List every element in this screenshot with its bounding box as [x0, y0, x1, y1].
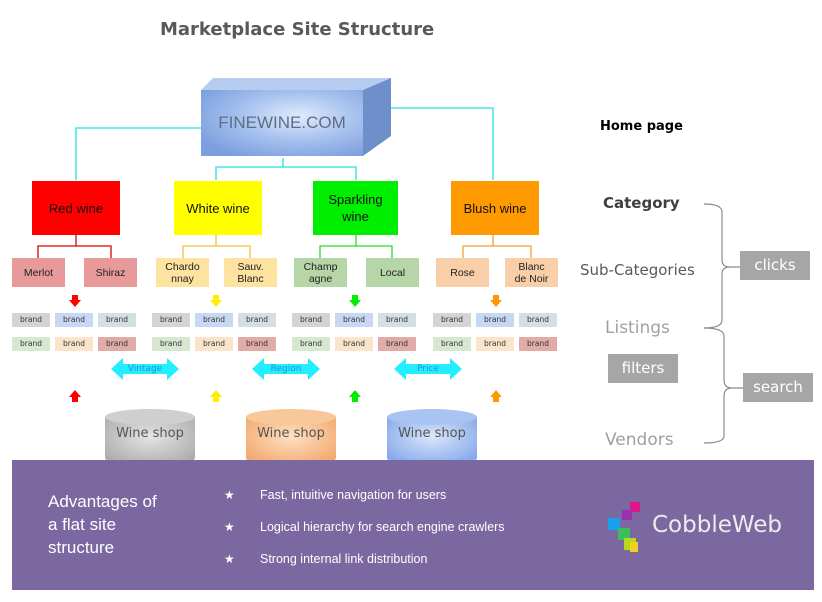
category-sparkling-wine[interactable]: Sparkling wine — [313, 181, 398, 235]
listing-brand[interactable]: brand — [152, 313, 190, 327]
star-icon: ★ — [224, 552, 235, 566]
vendor-wine-shop-3[interactable]: Wine shop — [387, 408, 477, 466]
connector-local — [356, 245, 393, 258]
level-home-page: Home page — [600, 119, 683, 134]
arrow-up-icon — [349, 389, 361, 402]
subcategory-shiraz[interactable]: Shiraz — [84, 258, 137, 287]
connector-chardonnay — [182, 235, 217, 258]
advantage-item: ★ Fast, intuitive navigation for users — [224, 488, 446, 502]
listing-brand[interactable]: brand — [195, 313, 233, 327]
filter-label: Region — [270, 364, 302, 374]
arrow-up-icon — [210, 389, 222, 402]
connector-blanc — [493, 245, 532, 258]
listing-brand[interactable]: brand — [152, 337, 190, 351]
advantage-text: Logical hierarchy for search engine craw… — [260, 520, 505, 534]
home-node[interactable]: FINEWINE.COM — [201, 78, 391, 158]
tag-search: search — [743, 373, 813, 402]
logo-text: CobbleWeb — [652, 512, 783, 538]
subcategory-local[interactable]: Local — [366, 258, 419, 287]
subcategory-sauv-blanc[interactable]: Sauv. Blanc — [224, 258, 277, 287]
level-vendors: Vendors — [605, 430, 674, 450]
star-icon: ★ — [224, 520, 235, 534]
listing-brand[interactable]: brand — [378, 313, 416, 327]
level-category: Category — [603, 194, 680, 212]
star-icon: ★ — [224, 488, 235, 502]
arrow-down-icon — [490, 294, 502, 307]
advantages-heading: Advantages of a flat site structure — [48, 490, 198, 559]
filter-region[interactable]: Region — [252, 358, 320, 380]
category-red-wine[interactable]: Red wine — [32, 181, 120, 235]
vendor-wine-shop-1[interactable]: Wine shop — [105, 408, 195, 466]
arrow-down-icon — [349, 294, 361, 307]
subcategory-rose[interactable]: Rose — [436, 258, 489, 287]
listing-brand[interactable]: brand — [292, 337, 330, 351]
filter-vintage[interactable]: Vintage — [111, 358, 179, 380]
subcategory-merlot[interactable]: Merlot — [12, 258, 65, 287]
advantage-text: Fast, intuitive navigation for users — [260, 488, 447, 502]
advantage-item: ★ Logical hierarchy for search engine cra… — [224, 520, 505, 534]
tag-clicks: clicks — [740, 251, 810, 280]
heading-line: structure — [48, 538, 115, 557]
listing-brand[interactable]: brand — [292, 313, 330, 327]
listing-brand[interactable]: brand — [195, 337, 233, 351]
arrow-up-icon — [69, 389, 81, 402]
category-white-wine[interactable]: White wine — [174, 181, 262, 235]
listing-brand[interactable]: brand — [12, 313, 50, 327]
listing-brand[interactable]: brand — [238, 337, 276, 351]
connector-sauv — [216, 245, 251, 258]
listing-brand[interactable]: brand — [12, 337, 50, 351]
category-blush-wine[interactable]: Blush wine — [451, 181, 539, 235]
level-listings: Listings — [605, 318, 670, 338]
vendor-label: Wine shop — [116, 426, 184, 441]
advantage-item: ★ Strong internal link distribution — [224, 552, 427, 566]
connector-red — [75, 127, 201, 180]
subcategory-chardonnay[interactable]: Chardo nnay — [156, 258, 209, 287]
vendor-wine-shop-2[interactable]: Wine shop — [246, 408, 336, 466]
brace-search — [703, 327, 744, 444]
listing-brand[interactable]: brand — [335, 313, 373, 327]
advantage-text: Strong internal link distribution — [260, 552, 428, 566]
listing-brand[interactable]: brand — [519, 313, 557, 327]
heading-line: a flat site — [48, 515, 117, 534]
subcategory-champagne[interactable]: Champ agne — [294, 258, 347, 287]
home-label: FINEWINE.COM — [218, 113, 346, 132]
sub-connectors — [37, 235, 532, 258]
tag-filters: filters — [608, 354, 678, 383]
connector-sparkling — [283, 166, 357, 180]
brace-clicks — [703, 203, 742, 329]
listing-brand[interactable]: brand — [519, 337, 557, 351]
arrow-up-icon — [490, 389, 502, 402]
listing-brand[interactable]: brand — [476, 337, 514, 351]
listing-brand[interactable]: brand — [238, 313, 276, 327]
filter-label: Vintage — [127, 364, 163, 374]
connector-shiraz — [76, 245, 112, 258]
vendor-label: Wine shop — [257, 426, 325, 441]
listing-brand[interactable]: brand — [98, 313, 136, 327]
listing-brand[interactable]: brand — [378, 337, 416, 351]
connector-merlot — [37, 235, 77, 258]
connector-champagne — [319, 235, 357, 258]
connector-rose — [462, 235, 494, 258]
arrow-down-icon — [69, 294, 81, 307]
listing-brand[interactable]: brand — [433, 313, 471, 327]
arrow-down-icon — [210, 294, 222, 307]
level-subcategories: Sub-Categories — [580, 261, 695, 279]
connector-white — [215, 158, 284, 180]
subcategory-blanc-de-noir[interactable]: Blanc de Noir — [505, 258, 558, 287]
listing-brand[interactable]: brand — [433, 337, 471, 351]
advantages-footer: Advantages of a flat site structure ★ Fas… — [12, 460, 814, 590]
filter-price[interactable]: Price — [394, 358, 462, 380]
vendor-label: Wine shop — [398, 426, 466, 441]
listing-brand[interactable]: brand — [55, 337, 93, 351]
cobbleweb-logo[interactable]: CobbleWeb — [608, 502, 808, 558]
cobbleweb-logo-icon — [608, 502, 640, 552]
listing-brand[interactable]: brand — [98, 337, 136, 351]
listing-brand[interactable]: brand — [335, 337, 373, 351]
listing-brand[interactable]: brand — [476, 313, 514, 327]
listing-brand[interactable]: brand — [55, 313, 93, 327]
filter-label: Price — [417, 364, 439, 374]
heading-line: Advantages of — [48, 492, 157, 511]
